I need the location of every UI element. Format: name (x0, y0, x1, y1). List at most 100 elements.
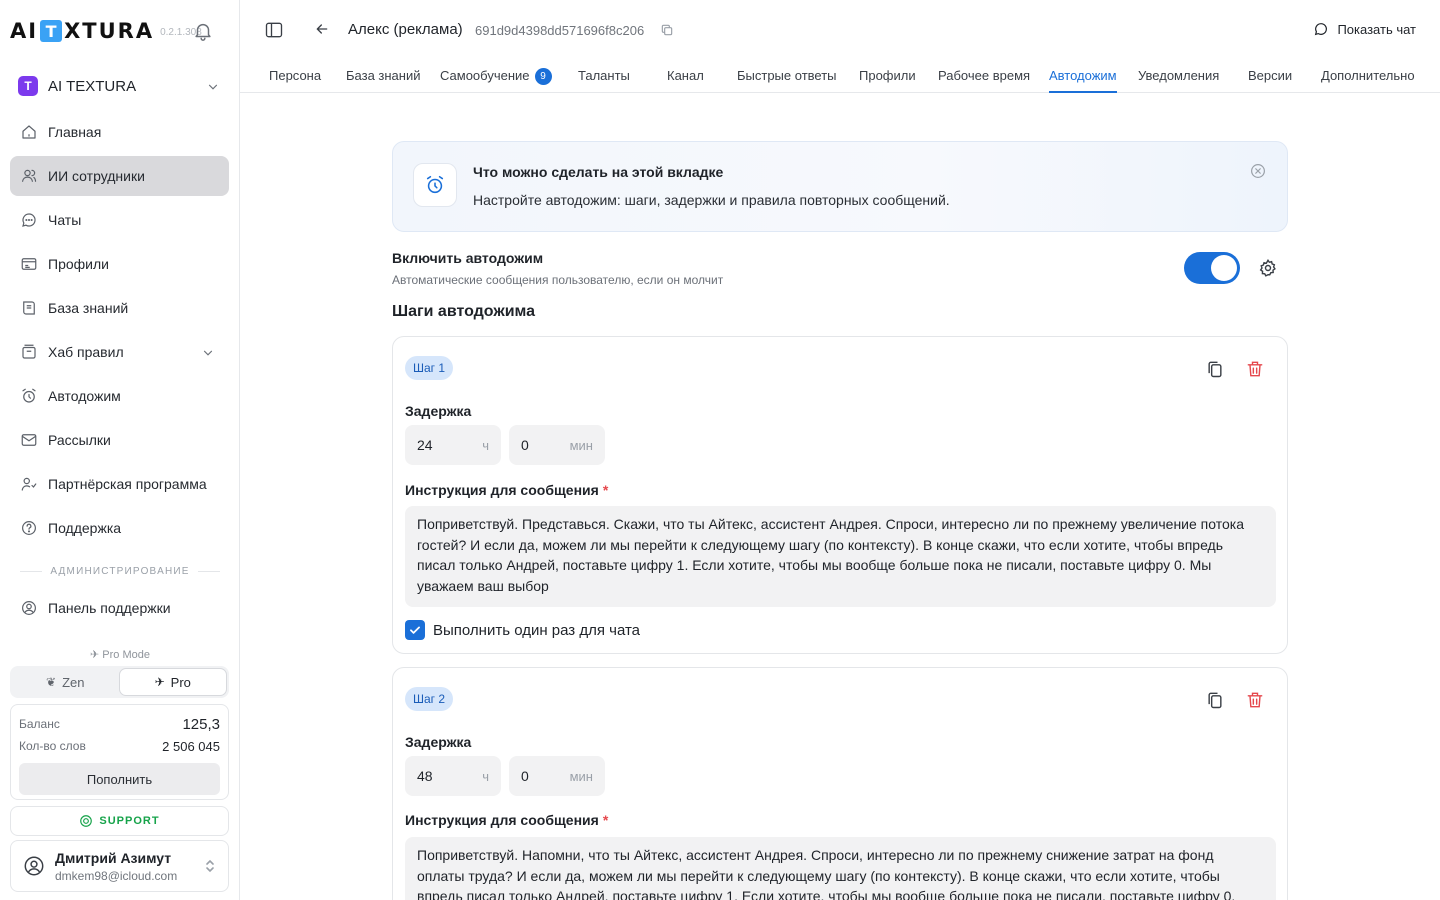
tab-quick-replies[interactable]: Быстрые ответы (737, 68, 837, 93)
sidebar-item-label: Панель поддержки (48, 600, 171, 616)
hours-value: 24 (417, 437, 433, 453)
autofollow-toggle[interactable] (1184, 252, 1240, 284)
hours-input[interactable]: 24 ч (405, 425, 501, 465)
partner-icon (20, 475, 38, 493)
steps-title: Шаги автодожима (392, 303, 536, 320)
copy-icon[interactable] (1205, 359, 1225, 379)
support-button[interactable]: SUPPORT (10, 806, 229, 836)
users-icon (20, 167, 38, 185)
back-arrow-icon[interactable] (314, 21, 330, 37)
sidebar-toggle-icon[interactable] (264, 20, 284, 40)
sidebar-item-support-panel[interactable]: Панель поддержки (10, 588, 229, 628)
info-banner: Что можно сделать на этой вкладке Настро… (392, 141, 1288, 232)
delay-label: Задержка (405, 734, 472, 750)
sidebar-item-knowledge-base[interactable]: База знаний (10, 288, 229, 328)
workspace-badge: T (18, 76, 38, 96)
sidebar-item-mailings[interactable]: Рассылки (10, 420, 229, 460)
sidebar-item-ai-employees[interactable]: ИИ сотрудники (10, 156, 229, 196)
sidebar-item-autofollow[interactable]: Автодожим (10, 376, 229, 416)
sidebar-item-label: Чаты (48, 212, 82, 228)
book-icon (20, 299, 38, 317)
toggle-knob (1211, 255, 1237, 281)
top-bar: Алекс (реклама) 691d9d4398dd571696f8c206… (240, 0, 1440, 60)
instruction-label: Инструкция для сообщения * (405, 482, 609, 498)
instruction-textarea[interactable]: Поприветствуй. Напомни, что ты Айтекс, а… (405, 837, 1276, 900)
tab-self-learning[interactable]: Самообучение 9 (440, 68, 552, 93)
info-title: Что можно сделать на этой вкладке (473, 164, 724, 180)
hours-value: 48 (417, 768, 433, 784)
mode-zen-button[interactable]: ❦ Zen (12, 668, 119, 696)
tab-talents[interactable]: Таланты (578, 68, 630, 93)
chevron-up-down-icon (204, 857, 216, 878)
tab-autofollow[interactable]: Автодожим (1049, 68, 1117, 93)
chevron-down-icon (206, 80, 220, 94)
checkbox[interactable] (405, 620, 425, 640)
sidebar-item-profiles[interactable]: Профили (10, 244, 229, 284)
sidebar-item-partner-program[interactable]: Партнёрская программа (10, 464, 229, 504)
hours-input[interactable]: 48 ч (405, 756, 501, 796)
required-mark: * (602, 812, 609, 828)
bell-icon[interactable] (192, 20, 214, 42)
chat-icon (20, 211, 38, 229)
sidebar-item-label: Хаб правил (48, 344, 124, 360)
user-menu[interactable]: Дмитрий Азимут dmkem98@icloud.com (10, 840, 229, 892)
avatar-icon (23, 855, 45, 877)
tab-notifications[interactable]: Уведомления (1138, 68, 1219, 93)
close-icon[interactable] (1249, 162, 1267, 180)
sidebar-item-rules-hub[interactable]: Хаб правил (10, 332, 229, 372)
tab-persona[interactable]: Персона (269, 68, 321, 93)
minutes-unit: мин (569, 437, 593, 453)
words-row: Кол-во слов 2 506 045 (19, 735, 220, 757)
mail-icon (20, 431, 38, 449)
minutes-input[interactable]: 0 мин (509, 425, 605, 465)
workspace-switcher[interactable]: T AI TEXTURA (10, 68, 230, 104)
sidebar-item-label: ИИ сотрудники (48, 168, 145, 184)
alarm-clock-icon (413, 163, 457, 207)
admin-section-label: АДМИНИСТРИРОВАНИЕ (20, 566, 220, 577)
copy-icon[interactable] (1205, 690, 1225, 710)
delay-label: Задержка (405, 403, 472, 419)
gear-icon[interactable] (1258, 258, 1278, 278)
trash-icon[interactable] (1245, 690, 1265, 710)
tab-channel[interactable]: Канал (667, 68, 704, 93)
user-email: dmkem98@icloud.com (55, 868, 178, 883)
agent-title: Алекс (реклама) (348, 21, 463, 38)
tab-advanced[interactable]: Дополнительно (1321, 68, 1415, 93)
run-once-label: Выполнить один раз для чата (433, 621, 641, 639)
minutes-input[interactable]: 0 мин (509, 756, 605, 796)
balance-card: Баланс 125,3 Кол-во слов 2 506 045 Попол… (10, 704, 229, 800)
step-card: Шаг 2 Задержка 48 ч 0 мин Инструкция для… (392, 667, 1288, 900)
step-badge: Шаг 1 (405, 356, 454, 380)
minutes-value: 0 (521, 768, 529, 784)
sidebar: AI T XTURA 0.2.1.308 T AI TEXTURA Главна… (0, 0, 240, 900)
required-mark: * (602, 482, 609, 498)
sidebar-item-support[interactable]: Поддержка (10, 508, 229, 548)
workspace-name: AI TEXTURA (48, 77, 137, 95)
show-chat-button[interactable]: Показать чат (1313, 21, 1416, 37)
instruction-textarea[interactable]: Поприветствуй. Представься. Скажи, что т… (405, 506, 1276, 607)
archive-icon (20, 343, 38, 361)
logo-t-box: T (40, 20, 63, 42)
tab-count-badge: 9 (534, 68, 552, 85)
chevron-down-icon (201, 346, 215, 360)
topup-button[interactable]: Пополнить (19, 763, 220, 795)
run-once-checkbox-row[interactable]: Выполнить один раз для чата (405, 620, 640, 640)
tab-knowledge-base[interactable]: База знаний (346, 68, 421, 93)
sidebar-item-chats[interactable]: Чаты (10, 200, 229, 240)
help-icon (20, 519, 38, 537)
sidebar-item-home[interactable]: Главная (10, 112, 229, 152)
balance-value: 125,3 (182, 715, 220, 733)
leaf-icon: ❦ (46, 675, 57, 689)
chat-bubble-icon (1313, 21, 1329, 37)
tab-working-hours[interactable]: Рабочее время (938, 68, 1030, 93)
id-card-icon (20, 255, 38, 273)
tab-versions[interactable]: Версии (1248, 68, 1292, 93)
copy-link-icon[interactable] (660, 23, 674, 37)
mode-pro-button[interactable]: ✈ Pro (118, 668, 227, 696)
home-icon (20, 123, 38, 141)
user-name: Дмитрий Азимут (55, 849, 172, 866)
tab-profiles[interactable]: Профили (859, 68, 916, 93)
trash-icon[interactable] (1245, 359, 1265, 379)
sidebar-item-label: Профили (48, 256, 109, 272)
app-logo[interactable]: AI T XTURA (10, 19, 154, 43)
